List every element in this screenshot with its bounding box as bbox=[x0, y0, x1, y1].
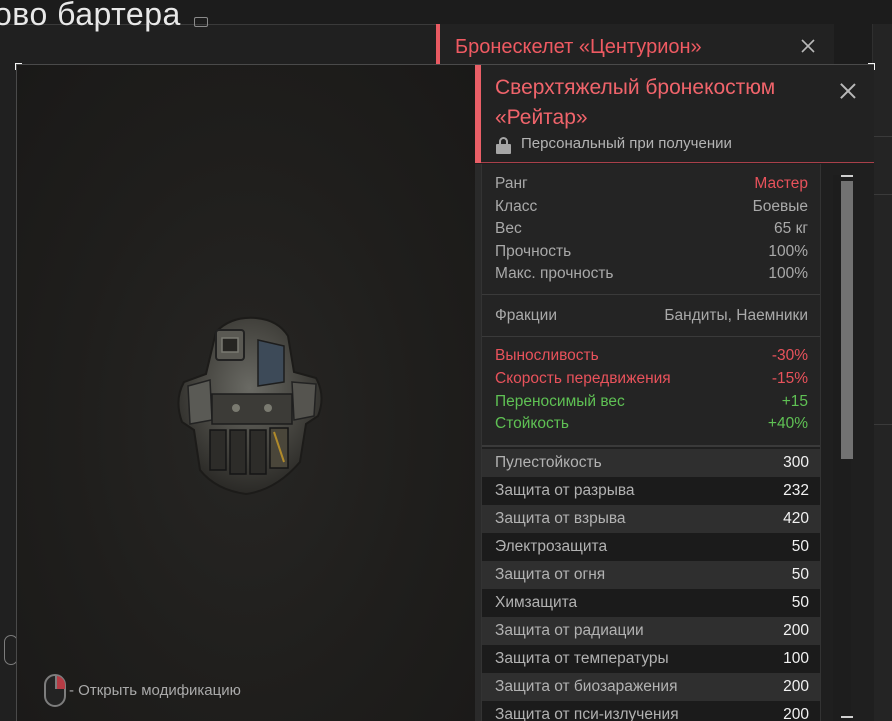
info-value: 100% bbox=[768, 243, 808, 260]
resistance-label: Защита от радиации bbox=[495, 622, 644, 639]
info-label: Макс. прочность bbox=[495, 265, 614, 282]
factions-label: Фракции bbox=[495, 307, 557, 324]
modifier-label: Переносимый вес bbox=[495, 393, 625, 410]
factions-row: Фракции Бандиты, Наемники bbox=[495, 307, 808, 329]
modifier-label: Выносливость bbox=[495, 347, 599, 364]
resistance-label: Защита от биозаражения bbox=[495, 678, 678, 695]
resistance-row-psi: Защита от пси-излучения 200 bbox=[482, 701, 820, 721]
item-stats-list[interactable]: Ранг Мастер Класс Боевые Вес 65 кг Прочн… bbox=[481, 164, 821, 721]
modifier-value: +15 bbox=[781, 393, 808, 410]
open-modification-text: - Открыть модификацию bbox=[69, 682, 241, 699]
base-info-section: Ранг Мастер Класс Боевые Вес 65 кг Прочн… bbox=[482, 164, 820, 295]
resistance-row-electric: Электрозащита 50 bbox=[482, 533, 820, 561]
modifier-row-speed: Скорость передвижения -15% bbox=[495, 370, 808, 392]
lock-icon bbox=[496, 137, 511, 154]
modifier-row-toughness: Стойкость +40% bbox=[495, 415, 808, 437]
info-label: Ранг bbox=[495, 175, 528, 192]
resistance-row-bio: Защита от биозаражения 200 bbox=[482, 673, 820, 701]
background-title-icon bbox=[194, 17, 208, 27]
resistance-value: 232 bbox=[783, 482, 809, 499]
resistance-value: 50 bbox=[791, 594, 809, 611]
resistance-label: Защита от разрыва bbox=[495, 482, 635, 499]
resistance-label: Химзащита bbox=[495, 594, 578, 611]
background-card-title: Бронескелет «Центурион» bbox=[455, 36, 702, 58]
resistance-label: Защита от огня bbox=[495, 566, 606, 583]
armor-model-image[interactable] bbox=[176, 312, 326, 498]
info-row-max-durability: Макс. прочность 100% bbox=[495, 265, 808, 287]
background-right-strip bbox=[872, 24, 892, 721]
close-button[interactable] bbox=[839, 82, 857, 100]
info-row-class: Класс Боевые bbox=[495, 198, 808, 220]
background-item-card: Бронескелет «Центурион» bbox=[436, 24, 834, 66]
resistance-label: Защита от температуры bbox=[495, 650, 669, 667]
info-label: Вес bbox=[495, 220, 522, 237]
scrollbar-bottom-cap bbox=[841, 716, 853, 718]
resistance-row-explosion: Защита от взрыва 420 bbox=[482, 505, 820, 533]
modifier-label: Стойкость bbox=[495, 415, 569, 432]
resistance-label: Пулестойкость bbox=[495, 454, 602, 471]
background-close-icon[interactable] bbox=[800, 38, 816, 54]
resistance-value: 420 bbox=[783, 510, 809, 527]
resistance-label: Электрозащита bbox=[495, 538, 608, 555]
resistance-value: 200 bbox=[783, 678, 809, 695]
factions-section: Фракции Бандиты, Наемники bbox=[482, 295, 820, 337]
modifier-row-carry-weight: Переносимый вес +15 bbox=[495, 393, 808, 415]
info-label: Класс bbox=[495, 198, 538, 215]
item-info-panel: Сверхтяжелый бронекостюм «Рейтар» Персон… bbox=[475, 65, 874, 721]
info-row-weight: Вес 65 кг bbox=[495, 220, 808, 242]
resistance-value: 50 bbox=[791, 538, 809, 555]
info-row-durability: Прочность 100% bbox=[495, 243, 808, 265]
modifier-value: -30% bbox=[771, 347, 808, 364]
background-window-title: ово бартера bbox=[0, 0, 181, 32]
resistance-label: Защита от взрыва bbox=[495, 510, 626, 527]
resistance-row-temperature: Защита от температуры 100 bbox=[482, 645, 820, 673]
info-row-rank: Ранг Мастер bbox=[495, 175, 808, 197]
resistance-row-chemical: Химзащита 50 bbox=[482, 589, 820, 617]
stats-scrollbar-thumb[interactable] bbox=[841, 181, 853, 459]
resistance-row-tear: Защита от разрыва 232 bbox=[482, 477, 820, 505]
mouse-right-click-icon bbox=[44, 674, 66, 707]
resistance-row-radiation: Защита от радиации 200 bbox=[482, 617, 820, 645]
binding-status: Персональный при получении bbox=[521, 135, 732, 152]
scrollbar-top-cap bbox=[841, 175, 853, 177]
modifiers-section: Выносливость -30% Скорость передвижения … bbox=[482, 337, 820, 447]
resistance-value: 200 bbox=[783, 706, 809, 721]
modifier-value: +40% bbox=[767, 415, 808, 432]
factions-value: Бандиты, Наемники bbox=[664, 307, 808, 324]
info-value: Мастер bbox=[754, 175, 808, 192]
resistance-row-bullet: Пулестойкость 300 bbox=[482, 449, 820, 477]
info-value: 65 кг bbox=[774, 220, 808, 237]
info-value: Боевые bbox=[752, 198, 808, 215]
stage: ово бартера Бронескелет «Центурион» - От… bbox=[0, 0, 892, 721]
resistance-value: 100 bbox=[783, 650, 809, 667]
modifier-row-stamina: Выносливость -30% bbox=[495, 347, 808, 369]
header-accent-bar bbox=[475, 65, 481, 163]
resistance-row-fire: Защита от огня 50 bbox=[482, 561, 820, 589]
modifier-label: Скорость передвижения bbox=[495, 370, 671, 387]
resistance-label: Защита от пси-излучения bbox=[495, 706, 679, 721]
item-header: Сверхтяжелый бронекостюм «Рейтар» Персон… bbox=[475, 65, 874, 163]
resistance-value: 200 bbox=[783, 622, 809, 639]
background-card-accent bbox=[436, 24, 440, 66]
item-title: Сверхтяжелый бронекостюм «Рейтар» bbox=[495, 76, 776, 129]
info-label: Прочность bbox=[495, 243, 572, 260]
modifier-value: -15% bbox=[771, 370, 808, 387]
resistance-value: 300 bbox=[783, 454, 809, 471]
info-value: 100% bbox=[768, 265, 808, 282]
resistance-value: 50 bbox=[791, 566, 809, 583]
